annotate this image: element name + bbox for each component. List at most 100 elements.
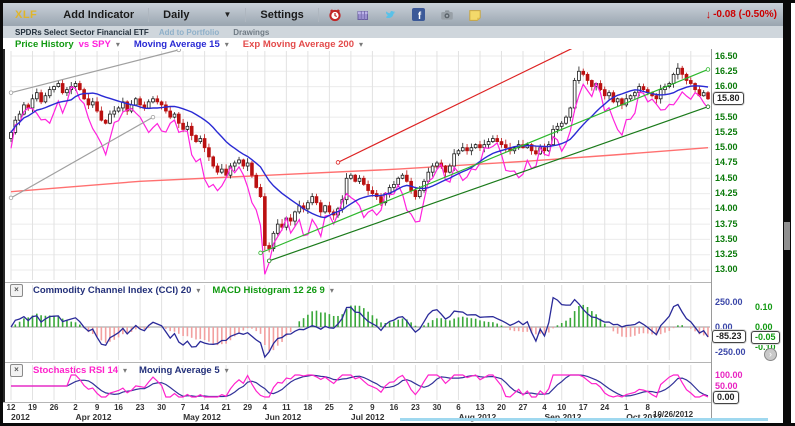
window-frame: [0, 0, 3, 426]
price-axis-label: 15.00: [715, 142, 738, 152]
close-icon[interactable]: ×: [10, 284, 23, 297]
plot-right-border: [711, 49, 712, 418]
timeframe-dropdown[interactable]: Daily ▼: [163, 9, 231, 21]
macd-value-box: -0.05: [751, 331, 780, 344]
date-tick: 18: [299, 403, 317, 412]
date-tick: 9: [363, 403, 381, 412]
plot-left-border: [3, 49, 5, 402]
twitter-icon[interactable]: [384, 8, 398, 22]
price-axis-label: 14.25: [715, 188, 738, 198]
toolbar-divider: [245, 8, 246, 22]
date-tick: 23: [131, 403, 149, 412]
symbol-label[interactable]: XLF: [15, 9, 37, 21]
chevron-down-icon[interactable]: ▾: [330, 286, 334, 295]
ma15-indicator-label[interactable]: Moving Average 15: [134, 39, 220, 50]
price-axis-label: 13.50: [715, 234, 738, 244]
macd-axis-label: 0.10: [755, 302, 773, 312]
date-tick: 2: [342, 403, 360, 412]
panel-divider: [3, 282, 711, 283]
chevron-down-icon[interactable]: ▾: [196, 286, 200, 295]
timeframe-value: Daily: [163, 9, 189, 21]
chevron-down-icon[interactable]: ▾: [359, 40, 363, 49]
date-tick: 12: [2, 403, 20, 412]
price-history-label[interactable]: Price History: [15, 39, 74, 50]
price-axis-label: 14.00: [715, 203, 738, 213]
top-toolbar: XLF Add Indicator Daily ▼ Settings f ↓: [3, 3, 783, 27]
chevron-down-icon[interactable]: ▾: [116, 40, 120, 49]
date-tick: 25: [320, 403, 338, 412]
ema200-indicator-label[interactable]: Exp Moving Average 200: [243, 39, 354, 50]
date-tick: 19: [24, 403, 42, 412]
panel-divider: [3, 362, 711, 363]
month-label: Jun 2012: [265, 412, 301, 422]
drawings-menu[interactable]: Drawings: [233, 28, 269, 37]
date-tick: 9: [88, 403, 106, 412]
price-axis-label: 16.25: [715, 66, 738, 76]
macd-title[interactable]: MACD Histogram 12 26 9: [212, 285, 324, 296]
month-label: 2012: [11, 412, 30, 422]
price-axis-label: 13.25: [715, 249, 738, 259]
note-icon[interactable]: [468, 8, 482, 22]
date-tick: 30: [428, 403, 446, 412]
add-to-portfolio-link[interactable]: Add to Portfolio: [159, 28, 219, 37]
cci-title[interactable]: Commodity Channel Index (CCI) 20: [33, 285, 191, 296]
price-axis-label: 16.50: [715, 51, 738, 61]
date-tick: 29: [239, 403, 257, 412]
date-tick: 11: [277, 403, 295, 412]
date-tick: 27: [514, 403, 532, 412]
date-tick: 21: [217, 403, 235, 412]
cci-panel-header: × Commodity Channel Index (CCI) 20 ▾ MAC…: [10, 284, 334, 297]
price-axis-label: 13.75: [715, 219, 738, 229]
price-axis-label: 14.50: [715, 173, 738, 183]
right-scrollbar-track[interactable]: [783, 0, 791, 426]
toolbar-divider: [318, 8, 319, 22]
scrollbar-thumb[interactable]: [784, 222, 790, 250]
stoch-ma-title[interactable]: Moving Average 5: [139, 365, 220, 376]
toolbar-divider: [148, 8, 149, 22]
horizontal-scrollbar[interactable]: [400, 418, 768, 421]
date-tick: 30: [153, 403, 171, 412]
close-icon[interactable]: ×: [10, 364, 23, 377]
cci-value-box: -85.23: [712, 330, 746, 343]
stoch-rsi-title[interactable]: Stochastics RSI 14: [33, 365, 118, 376]
next-arrow-button[interactable]: ›: [764, 348, 777, 361]
stoch-axis-label: 50.00: [715, 381, 738, 391]
price-axis-label: 16.00: [715, 81, 738, 91]
month-label: May 2012: [183, 412, 221, 422]
date-tick: 10: [553, 403, 571, 412]
date-tick: 13: [471, 403, 489, 412]
price-chart[interactable]: [3, 49, 713, 282]
down-arrow-icon: ↓: [706, 9, 712, 21]
symbol-full-name: SPDRs Select Sector Financial ETF: [15, 28, 149, 37]
price-axis-label: 15.50: [715, 112, 738, 122]
camera-icon[interactable]: [440, 8, 454, 22]
alarm-clock-icon[interactable]: [328, 8, 342, 22]
macd-axis-label: 0.00: [755, 322, 773, 332]
date-tick: 6: [449, 403, 467, 412]
date-tick: 2: [67, 403, 85, 412]
date-tick: 20: [492, 403, 510, 412]
stoch-panel-header: × Stochastics RSI 14 ▾ Moving Average 5 …: [10, 364, 229, 377]
stoch-value-box: 0.00: [713, 391, 739, 404]
chevron-down-icon[interactable]: ▾: [225, 366, 229, 375]
charting-app-window: XLF Add Indicator Daily ▼ Settings f ↓: [0, 0, 795, 426]
date-tick: 26: [45, 403, 63, 412]
date-tick: 16: [385, 403, 403, 412]
chart-cube-icon[interactable]: [356, 8, 370, 22]
window-frame: [0, 0, 795, 3]
date-tick: 1: [617, 403, 635, 412]
last-price-box: 15.80: [713, 92, 744, 105]
chevron-down-icon[interactable]: ▾: [225, 40, 229, 49]
price-change-badge: ↓ -0.08 (-0.50%): [706, 9, 777, 21]
settings-button[interactable]: Settings: [260, 9, 303, 21]
date-tick: 23: [406, 403, 424, 412]
date-tick: 17: [574, 403, 592, 412]
chevron-down-icon[interactable]: ▾: [123, 366, 127, 375]
month-label: Apr 2012: [76, 412, 112, 422]
price-axis-label: 14.75: [715, 157, 738, 167]
date-tick: 4: [536, 403, 554, 412]
price-axis-label: 15.25: [715, 127, 738, 137]
add-indicator-button[interactable]: Add Indicator: [63, 9, 134, 21]
vs-spy-label[interactable]: vs SPY: [79, 39, 111, 50]
facebook-icon[interactable]: f: [412, 8, 426, 22]
